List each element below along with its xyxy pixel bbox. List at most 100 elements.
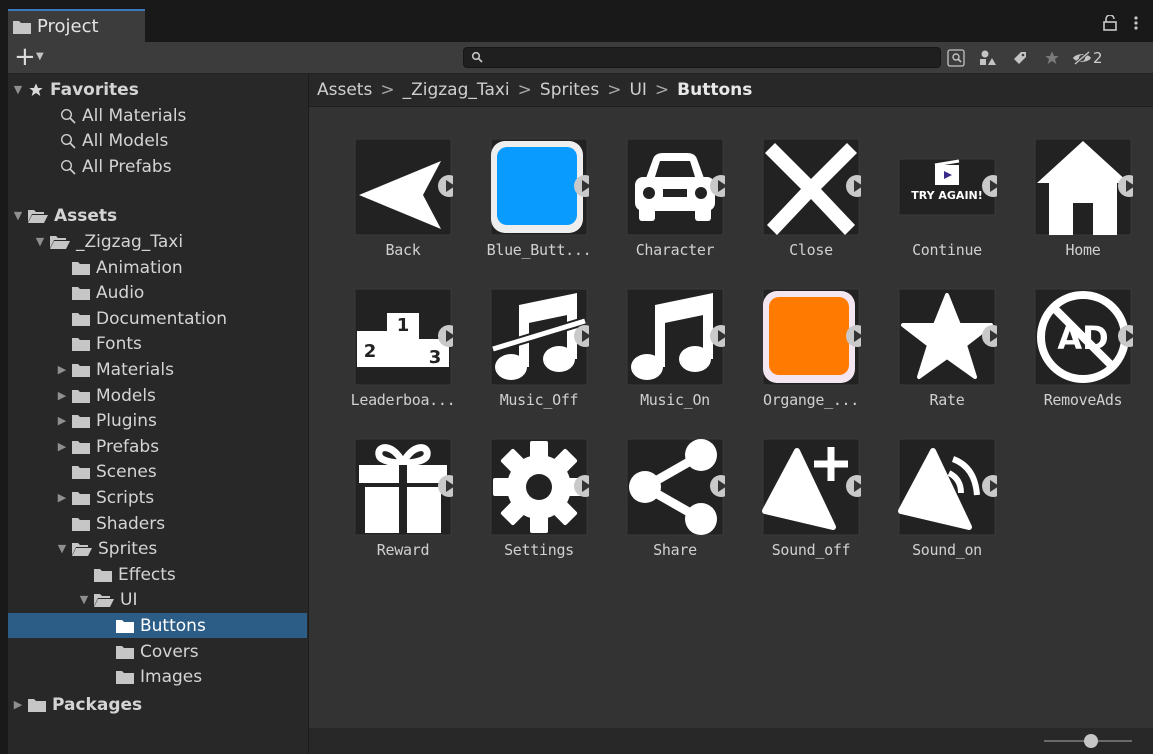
tree-item-animation[interactable]: Animation (8, 255, 307, 280)
expand-arrow-icon[interactable]: ▼ (56, 542, 68, 555)
tree-item-scenes[interactable]: Scenes (8, 459, 307, 484)
collapse-arrow-icon[interactable]: ▶ (56, 440, 68, 453)
try-again-icon: TRY AGAIN! (898, 158, 997, 216)
tree-item-label: Animation (96, 257, 183, 278)
tree-item-shaders[interactable]: Shaders (8, 511, 307, 536)
favorite-item[interactable]: All Materials (8, 103, 307, 128)
tree-item-images[interactable]: Images (8, 664, 307, 689)
filter-by-type-button[interactable] (976, 48, 1000, 68)
folder-icon (72, 440, 90, 454)
tab-project[interactable]: Project (8, 9, 145, 42)
collapse-arrow-icon[interactable]: ▶ (56, 414, 68, 427)
breadcrumb-item[interactable]: Assets (317, 80, 372, 100)
sound-off-icon (762, 438, 861, 536)
tree-item-materials[interactable]: ▶ Materials (8, 357, 307, 382)
gift-icon (354, 438, 453, 536)
favorite-label: All Materials (82, 105, 187, 126)
asset-tile[interactable]: Sound_on (863, 437, 997, 587)
expand-arrow-icon[interactable]: ▼ (78, 593, 90, 606)
search-by-type-button[interactable] (944, 48, 968, 68)
folder-open-icon (28, 209, 48, 223)
folder-open-icon (94, 593, 114, 607)
tree-item-scripts[interactable]: ▶ Scripts (8, 485, 307, 510)
tree-item-label: Covers (140, 641, 199, 662)
breadcrumb-current[interactable]: Buttons (677, 80, 752, 100)
tree-item-label: Sprites (98, 538, 158, 559)
breadcrumb-item[interactable]: Sprites (540, 80, 599, 100)
hidden-packages-button[interactable]: 2 (1072, 48, 1116, 68)
hidden-count: 2 (1093, 49, 1103, 67)
tree-item-label: Scripts (96, 487, 155, 508)
asset-tile[interactable]: Back (319, 137, 453, 287)
tree-item-ui[interactable]: ▼ UI (8, 587, 307, 612)
asset-tile[interactable]: Organge_... (727, 287, 861, 437)
favorites-label: Favorites (50, 79, 139, 100)
eye-hidden-icon (1073, 51, 1091, 65)
asset-tile[interactable]: TRY AGAIN! Continue (863, 137, 997, 287)
search-input[interactable] (463, 47, 941, 68)
assets-label: Assets (54, 205, 118, 226)
asset-tile[interactable]: Settings (455, 437, 589, 587)
tree-item-prefabs[interactable]: ▶ Prefabs (8, 434, 307, 459)
breadcrumb-separator: > (517, 80, 532, 100)
tree-item-zigzag-taxi[interactable]: ▼ _Zigzag_Taxi (8, 229, 307, 254)
favorite-item[interactable]: All Prefabs (8, 154, 307, 179)
add-dropdown-icon[interactable]: ▼ (36, 51, 44, 62)
breadcrumb-item[interactable]: _Zigzag_Taxi (403, 80, 510, 100)
packages-label: Packages (52, 694, 143, 715)
collapse-arrow-icon[interactable]: ▶ (12, 698, 24, 711)
tree-item-models[interactable]: ▶ Models (8, 383, 307, 408)
favorite-label: All Models (82, 130, 169, 151)
assets-root[interactable]: ▼ Assets (8, 203, 307, 228)
folder-icon (72, 286, 90, 300)
tree-item-effects[interactable]: Effects (8, 562, 307, 587)
asset-tile[interactable]: Home (999, 137, 1133, 287)
tree-item-buttons[interactable]: Buttons (8, 613, 307, 638)
lock-icon[interactable] (1103, 15, 1117, 31)
asset-tile[interactable]: Rate (863, 287, 997, 437)
asset-tile[interactable]: Close (727, 137, 861, 287)
close-x-icon (762, 138, 861, 236)
tree-item-sprites[interactable]: ▼ Sprites (8, 536, 307, 561)
search-icon (471, 51, 483, 63)
folder-open-icon (50, 235, 70, 249)
favorites-header[interactable]: ▼ Favorites (8, 77, 307, 102)
tree-item-plugins[interactable]: ▶ Plugins (8, 408, 307, 433)
collapse-arrow-icon[interactable]: ▶ (56, 389, 68, 402)
asset-tile[interactable]: 1 2 3 Leaderboa... (319, 287, 456, 437)
icon-size-slider-handle[interactable] (1084, 734, 1098, 748)
search-icon (60, 159, 76, 175)
packages-root[interactable]: ▶ Packages (8, 692, 307, 717)
collapse-arrow-icon[interactable]: ▶ (56, 491, 68, 504)
try-again-text: TRY AGAIN! (911, 189, 983, 202)
star-icon (898, 288, 997, 386)
asset-tile[interactable]: Music_On (591, 287, 725, 437)
kebab-menu-icon[interactable] (1133, 15, 1139, 31)
collapse-arrow-icon[interactable]: ▶ (56, 363, 68, 376)
add-button[interactable]: + (14, 43, 36, 71)
blue-button-icon (490, 138, 589, 236)
favorite-button[interactable] (1040, 48, 1064, 68)
asset-tile[interactable]: Blue_Butt... (455, 137, 592, 287)
filter-by-label-button[interactable] (1008, 48, 1032, 68)
folder-icon (116, 670, 134, 684)
favorite-item[interactable]: All Models (8, 128, 307, 153)
asset-tile[interactable]: Share (591, 437, 725, 587)
folder-tree: ▼ Favorites All Materials All Models All… (8, 74, 309, 754)
asset-tile[interactable]: Reward (319, 437, 453, 587)
share-icon (626, 438, 725, 536)
tree-item-label: Audio (96, 282, 145, 303)
expand-arrow-icon[interactable]: ▼ (34, 235, 46, 248)
expand-arrow-icon[interactable]: ▼ (12, 209, 24, 222)
asset-label: Home (1065, 241, 1101, 259)
asset-tile[interactable]: Character (591, 137, 725, 287)
tree-item-documentation[interactable]: Documentation (8, 306, 307, 331)
asset-tile[interactable]: Sound_off (727, 437, 861, 587)
tree-item-covers[interactable]: Covers (8, 639, 307, 664)
asset-tile[interactable]: AD RemoveAds (999, 287, 1133, 437)
tree-item-audio[interactable]: Audio (8, 280, 307, 305)
expand-arrow-icon[interactable]: ▼ (12, 83, 24, 96)
breadcrumb-item[interactable]: UI (629, 80, 646, 100)
asset-tile[interactable]: Music_Off (455, 287, 589, 437)
tree-item-fonts[interactable]: Fonts (8, 331, 307, 356)
